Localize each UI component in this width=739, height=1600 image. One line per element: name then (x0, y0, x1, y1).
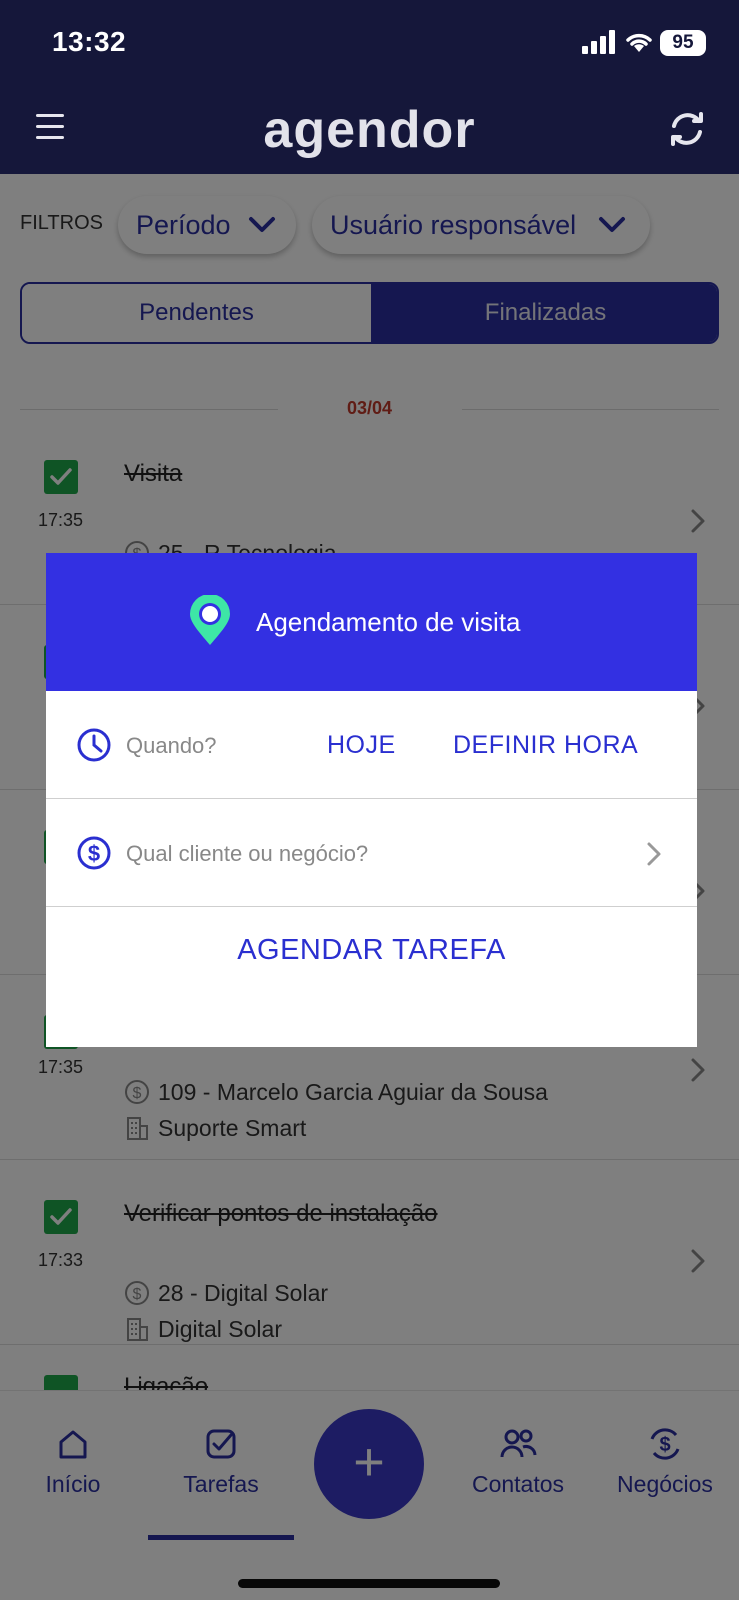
today-button[interactable]: HOJE (327, 731, 396, 760)
schedule-task-button[interactable]: AGENDAR TAREFA (46, 879, 697, 1047)
signal-icon (582, 30, 615, 54)
app-header: agendor (0, 86, 739, 174)
set-time-button[interactable]: DEFINIR HORA (453, 731, 638, 760)
dialog-title: Agendamento de visita (256, 607, 521, 637)
app-logo: agendor (263, 101, 476, 159)
wifi-icon (626, 33, 652, 52)
sync-icon[interactable] (666, 108, 708, 150)
when-placeholder: Quando? (126, 733, 217, 758)
chevron-right-icon (647, 842, 661, 866)
battery-indicator: 95 (660, 30, 706, 56)
svg-text:$: $ (88, 841, 100, 866)
client-placeholder: Qual cliente ou negócio? (126, 841, 369, 866)
dialog-header: Agendamento de visita (46, 553, 697, 691)
clock-icon (77, 728, 111, 762)
schedule-visit-dialog: Agendamento de visita Quando? HOJE DEFIN… (46, 553, 697, 1047)
dollar-circle-icon: $ (77, 836, 111, 870)
location-pin-icon (190, 595, 230, 645)
status-bar: 13:32 95 (0, 0, 739, 86)
status-time: 13:32 (52, 26, 127, 57)
when-row: Quando? HOJE DEFINIR HORA (46, 691, 697, 799)
